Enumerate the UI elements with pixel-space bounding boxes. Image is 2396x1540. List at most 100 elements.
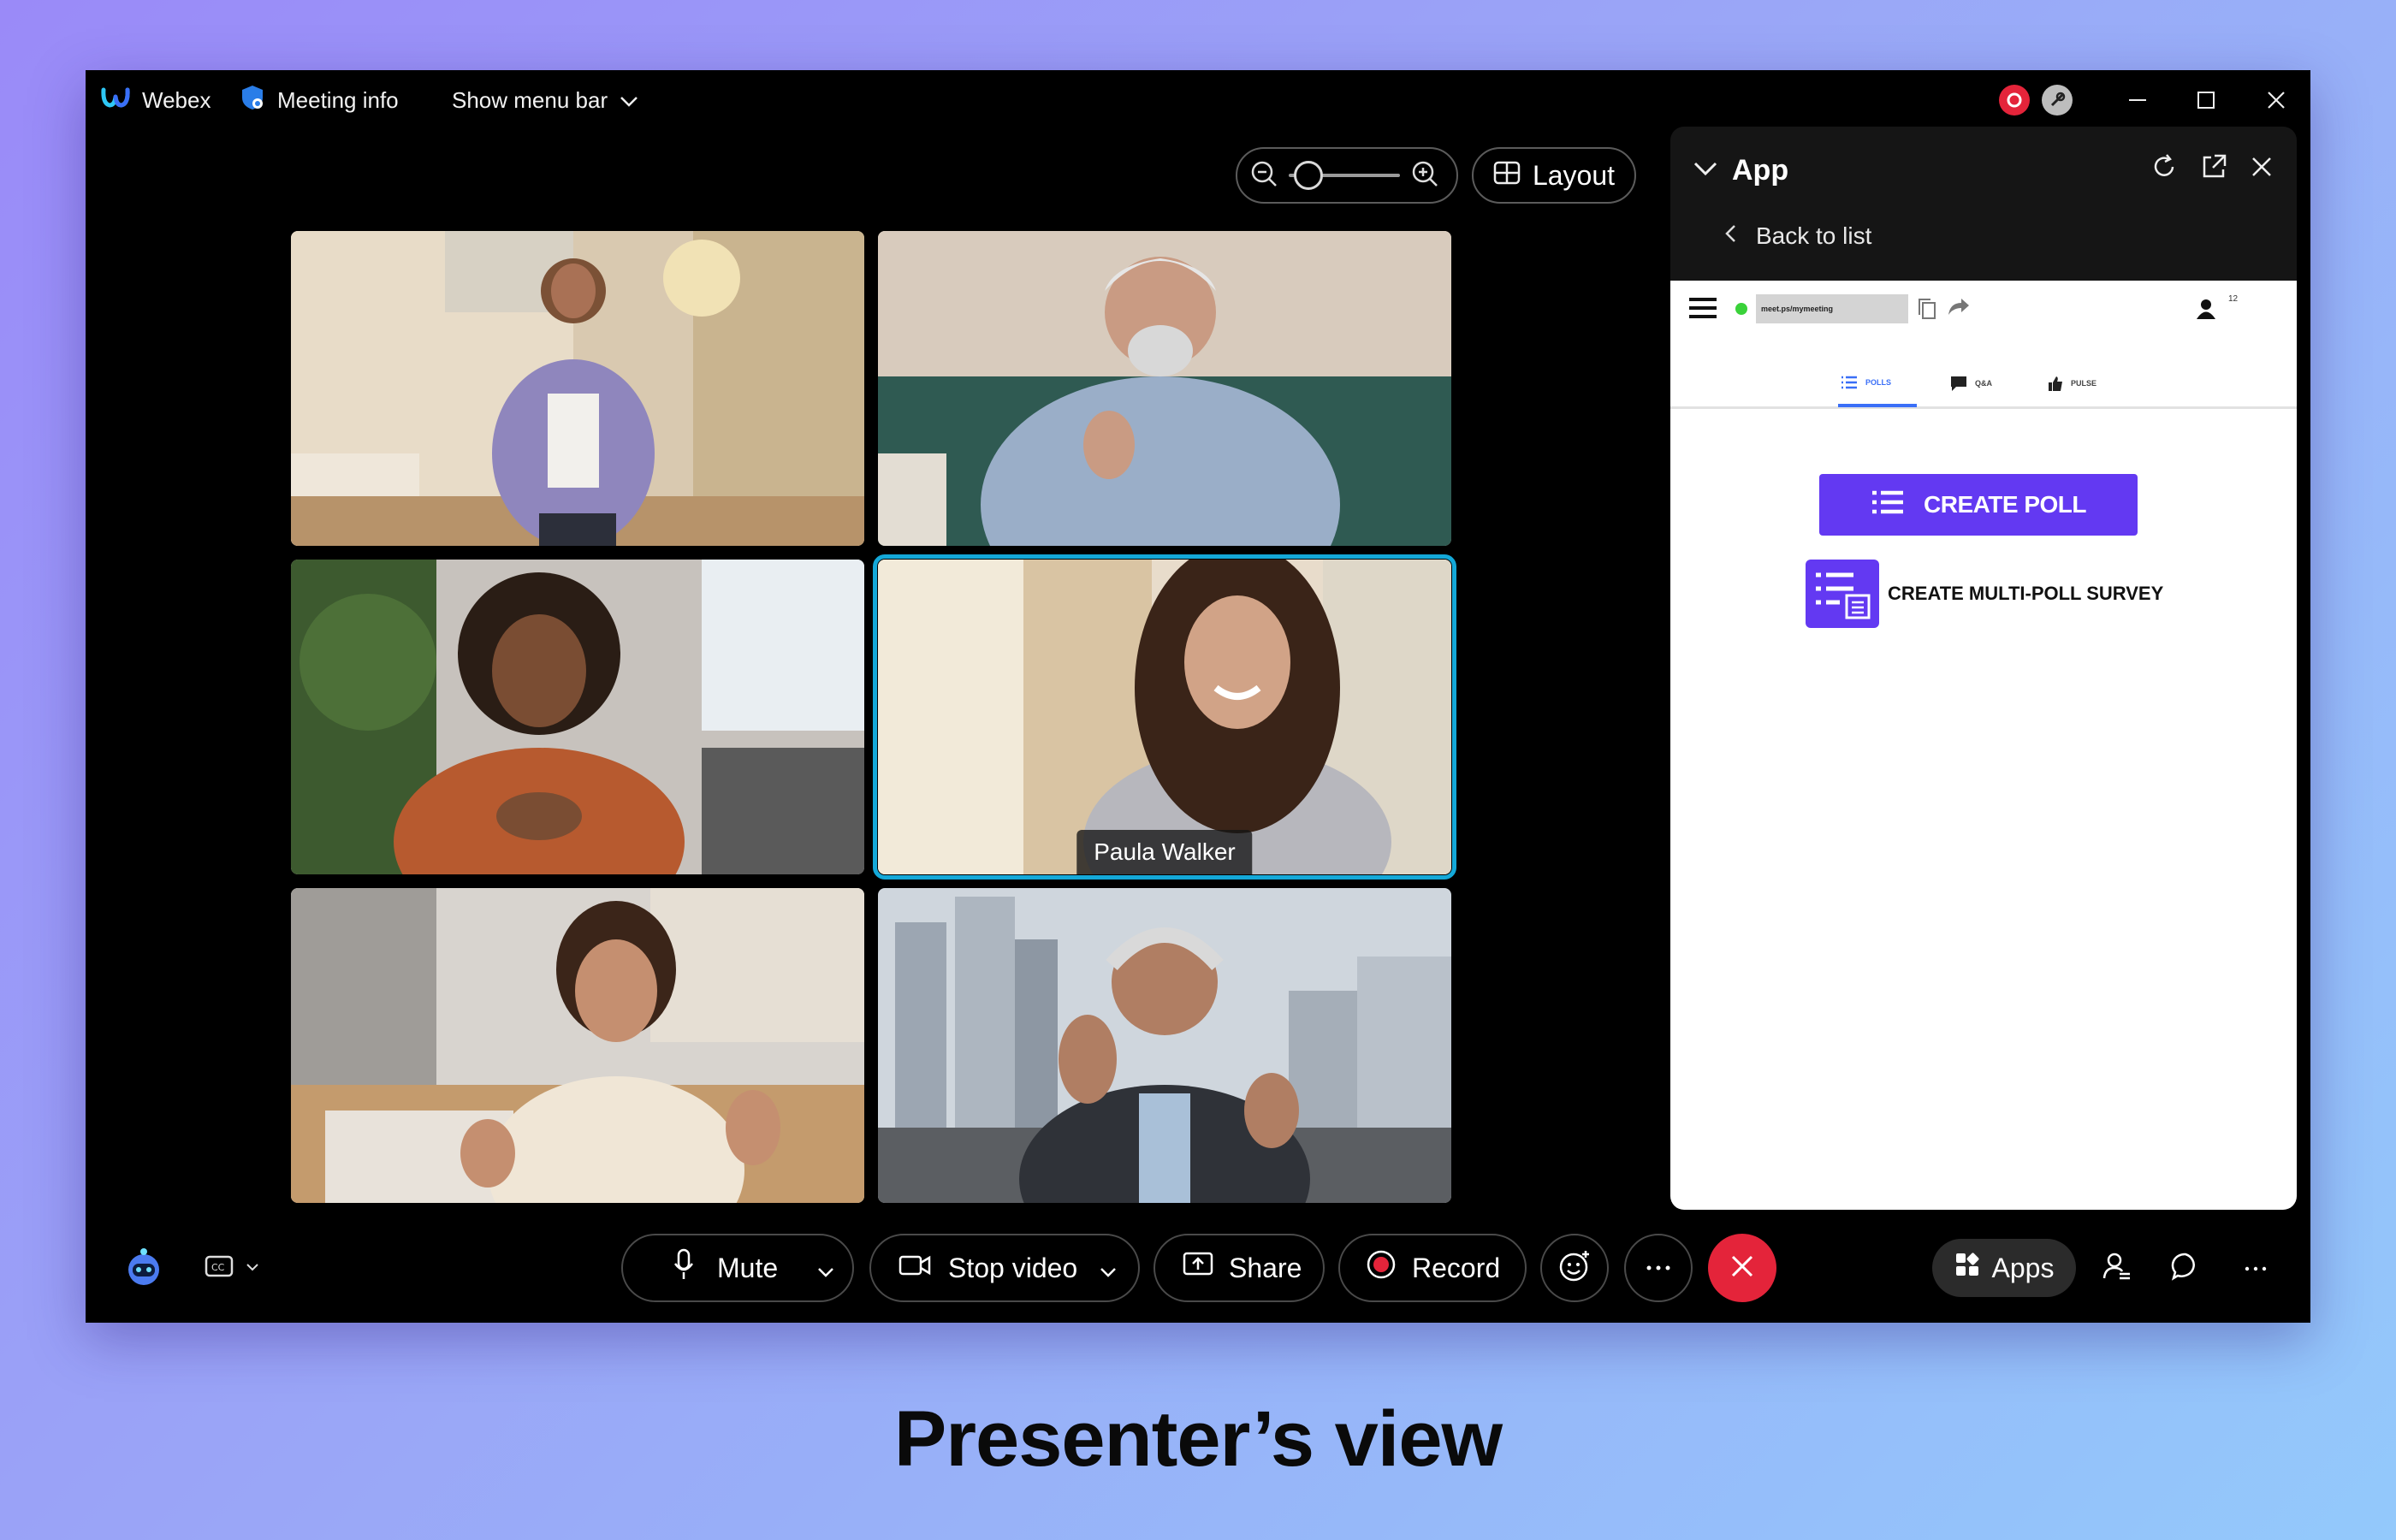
participant-video — [291, 560, 864, 874]
tab-qa[interactable]: Q&A — [1949, 375, 1992, 392]
embedded-app-content: meet.ps/mymeeting 12 POLLS Q&A PULSE CRE… — [1670, 281, 2297, 1210]
create-poll-button[interactable]: CREATE POLL — [1819, 474, 2138, 536]
mute-label: Mute — [717, 1252, 779, 1283]
record-button[interactable]: Record — [1338, 1234, 1527, 1302]
back-to-list-label: Back to list — [1756, 222, 1872, 249]
maximize-icon[interactable] — [2180, 70, 2232, 130]
tab-polls-label: POLLS — [1865, 378, 1892, 387]
emoji-icon — [1557, 1249, 1592, 1288]
multi-poll-label: CREATE MULTI-POLL SURVEY — [1888, 583, 2164, 604]
stop-video-label: Stop video — [948, 1252, 1078, 1283]
create-multi-poll-survey-button[interactable]: CREATE MULTI-POLL SURVEY — [1806, 560, 2163, 628]
close-x-icon — [1729, 1253, 1755, 1283]
participants-button[interactable] — [2091, 1242, 2143, 1294]
participant-video-tile[interactable] — [291, 888, 864, 1203]
tab-pulse-label: PULSE — [2071, 379, 2097, 388]
ai-assistant-icon[interactable] — [118, 1242, 169, 1294]
webex-window: Webex Meeting info Show menu bar Layout … — [86, 70, 2310, 1323]
minimize-icon[interactable] — [2112, 70, 2163, 130]
active-tab-underline — [1838, 404, 1917, 407]
svg-text:CC: CC — [211, 1262, 225, 1273]
share-screen-icon — [1183, 1252, 1213, 1284]
stop-video-button[interactable]: Stop video — [869, 1234, 1140, 1302]
participant-video — [291, 888, 864, 1203]
video-options-chevron-icon[interactable] — [1100, 1253, 1117, 1284]
participants-icon — [2196, 298, 2216, 324]
chevron-left-icon — [1723, 222, 1737, 250]
online-status-dot — [1735, 303, 1747, 315]
participant-video-tile-active[interactable]: Paula Walker — [873, 554, 1456, 880]
shield-icon — [240, 84, 265, 117]
apps-grid-icon — [1954, 1252, 1980, 1284]
app-panel-header: App Back to list — [1670, 127, 2297, 281]
tab-qa-label: Q&A — [1975, 379, 1992, 388]
mute-options-chevron-icon[interactable] — [817, 1253, 834, 1284]
webex-brand: Webex — [101, 70, 211, 130]
meeting-url-field[interactable]: meet.ps/mymeeting — [1756, 294, 1908, 323]
title-bar: Webex Meeting info Show menu bar — [86, 70, 2310, 130]
participant-video-tile[interactable] — [878, 888, 1451, 1203]
link-indicator-icon[interactable] — [2042, 85, 2073, 116]
closed-captions-icon: CC — [205, 1255, 234, 1282]
chat-button[interactable] — [2160, 1242, 2211, 1294]
apps-button[interactable]: Apps — [1932, 1239, 2076, 1297]
tab-pulse[interactable]: PULSE — [2047, 375, 2096, 392]
mute-button[interactable]: Mute — [621, 1234, 854, 1302]
zoom-in-icon[interactable] — [1410, 159, 1439, 192]
participant-video — [291, 231, 864, 546]
participant-video — [878, 231, 1451, 546]
ellipsis-icon — [1646, 1260, 1671, 1276]
zoom-slider[interactable] — [1289, 161, 1400, 190]
layout-button[interactable]: Layout — [1472, 147, 1636, 204]
participant-video — [878, 888, 1451, 1203]
refresh-icon[interactable] — [2150, 152, 2179, 186]
show-menu-bar-button[interactable]: Show menu bar — [452, 70, 638, 130]
participants-panel-icon — [2102, 1251, 2132, 1286]
microphone-icon — [673, 1248, 695, 1288]
embedded-app-header: meet.ps/mymeeting 12 POLLS Q&A PULSE — [1670, 281, 2297, 409]
webex-logo-icon — [101, 86, 130, 115]
reactions-button[interactable] — [1540, 1234, 1609, 1302]
tab-polls[interactable]: POLLS — [1840, 375, 1891, 390]
pop-out-icon[interactable] — [2199, 152, 2228, 186]
multi-poll-icon — [1806, 560, 1879, 628]
zoom-out-icon[interactable] — [1249, 159, 1278, 192]
meeting-info-button[interactable]: Meeting info — [240, 70, 399, 130]
app-panel: App Back to list meet.ps/mymeeting 12 PO… — [1670, 127, 2297, 1210]
share-label: Share — [1229, 1252, 1302, 1283]
participant-count: 12 — [2228, 294, 2239, 304]
show-menu-bar-label: Show menu bar — [452, 86, 608, 113]
zoom-control — [1236, 147, 1458, 204]
panel-more-button[interactable] — [2230, 1242, 2281, 1294]
chat-bubble-icon — [2171, 1252, 2200, 1285]
zoom-slider-handle[interactable] — [1293, 161, 1323, 190]
participant-video-tile[interactable] — [291, 560, 864, 874]
page-caption: Presenter’s view — [893, 1395, 1503, 1483]
participant-video — [878, 560, 1451, 874]
closed-captions-button[interactable]: CC — [193, 1242, 270, 1294]
chevron-down-icon — [620, 87, 638, 114]
back-to-list-link[interactable]: Back to list — [1723, 222, 1871, 250]
create-poll-label: CREATE POLL — [1924, 491, 2086, 518]
list-icon — [1871, 489, 1905, 521]
chevron-down-icon — [246, 1260, 259, 1276]
participant-video-tile[interactable] — [878, 231, 1451, 546]
video-camera-icon — [898, 1253, 931, 1284]
app-name: Webex — [142, 86, 211, 113]
collapse-chevron-icon[interactable] — [1693, 161, 1718, 181]
close-icon[interactable] — [2251, 70, 2302, 130]
apps-label: Apps — [1991, 1252, 2055, 1283]
meeting-info-label: Meeting info — [277, 86, 399, 113]
record-icon — [1366, 1249, 1397, 1287]
copy-icon[interactable] — [1915, 296, 1939, 326]
layout-label: Layout — [1532, 159, 1616, 191]
more-options-button[interactable] — [1624, 1234, 1693, 1302]
close-panel-icon[interactable] — [2249, 154, 2274, 184]
end-call-button[interactable] — [1708, 1234, 1776, 1302]
participant-video-tile[interactable] — [291, 231, 864, 546]
participant-name-tag: Paula Walker — [1076, 830, 1253, 874]
hamburger-menu-icon[interactable] — [1687, 296, 1718, 324]
share-button[interactable]: Share — [1154, 1234, 1325, 1302]
share-arrow-icon[interactable] — [1946, 296, 1972, 323]
recording-indicator-icon[interactable] — [1999, 85, 2030, 116]
